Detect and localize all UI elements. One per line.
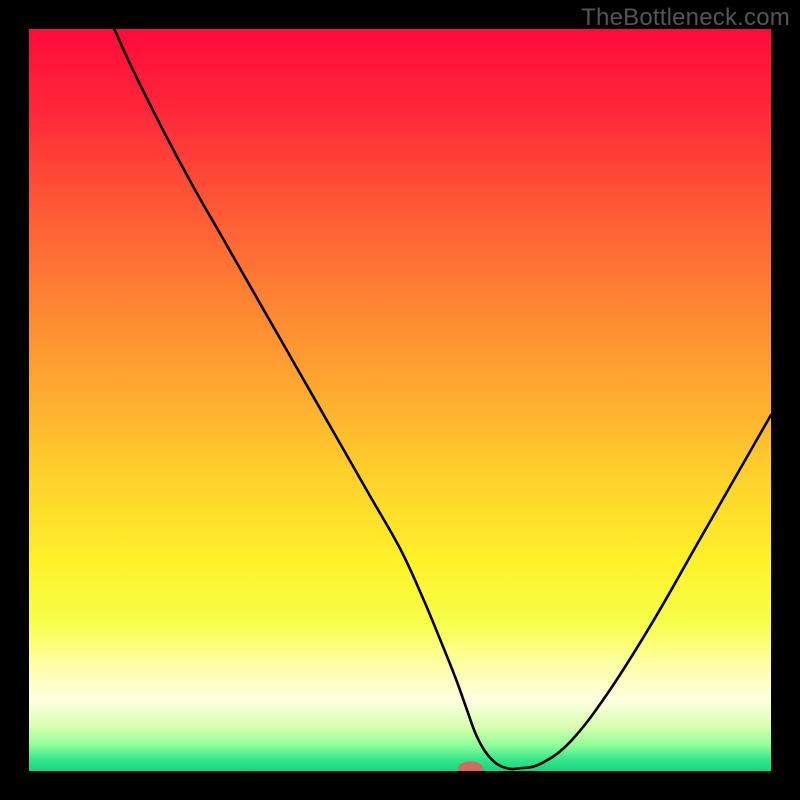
watermark-text: TheBottleneck.com <box>581 4 790 32</box>
bottleneck-chart <box>29 29 771 771</box>
chart-frame: TheBottleneck.com <box>0 0 800 800</box>
gradient-background <box>29 29 771 771</box>
plot-area <box>29 29 771 771</box>
